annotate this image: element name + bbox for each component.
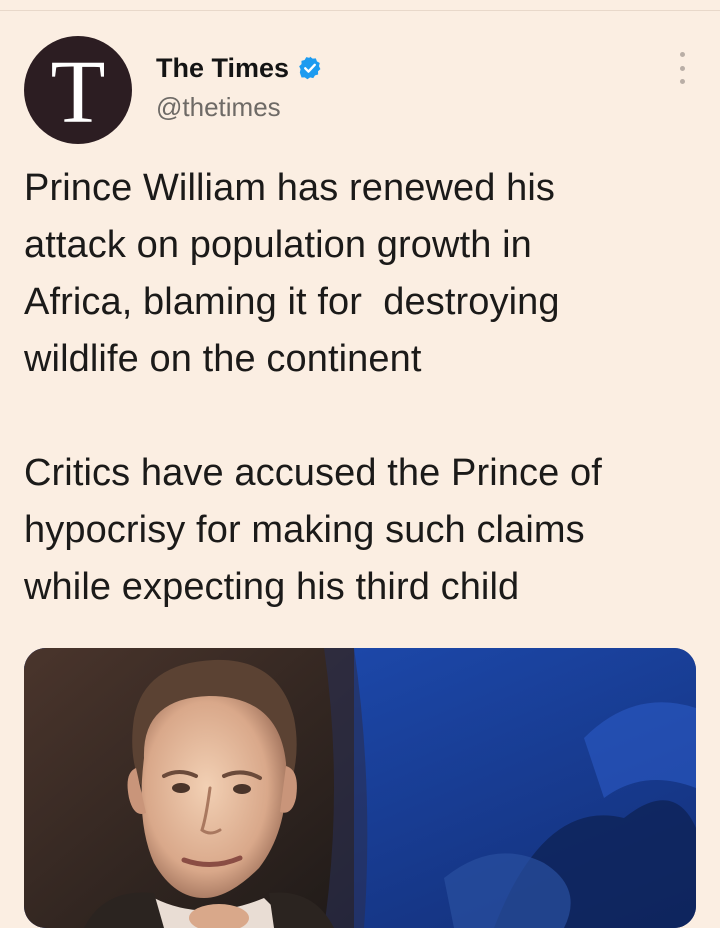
top-divider [0,10,720,11]
user-handle[interactable]: @thetimes [156,92,323,123]
verified-badge-icon [297,55,323,81]
display-name[interactable]: The Times [156,53,289,84]
tweet-text-line: while expecting his third child [24,566,520,608]
photo-illustration [24,648,696,928]
avatar-logo-letter: T [50,43,106,142]
more-dot [679,52,685,57]
tweet-text-line: Critics have accused the Prince of [24,452,602,494]
tweet-text-line: hypocrisy for making such claims [24,509,585,551]
tweet-header: The Times @thetimes [156,50,323,123]
tweet-photo[interactable] [24,648,696,928]
tweet-text-line: Africa, blaming it for destroying [24,281,560,323]
tweet-body: Prince William has renewed his attack on… [24,160,704,616]
more-dot [679,65,685,71]
more-options-icon[interactable] [672,52,692,84]
more-dot [679,79,685,84]
tweet-text-line: wildlife on the continent [24,338,422,380]
name-row: The Times [156,50,323,86]
avatar[interactable]: T [24,36,132,144]
tweet-text-line: Prince William has renewed his [24,167,555,209]
tweet-text-line: attack on population growth in [24,224,532,266]
